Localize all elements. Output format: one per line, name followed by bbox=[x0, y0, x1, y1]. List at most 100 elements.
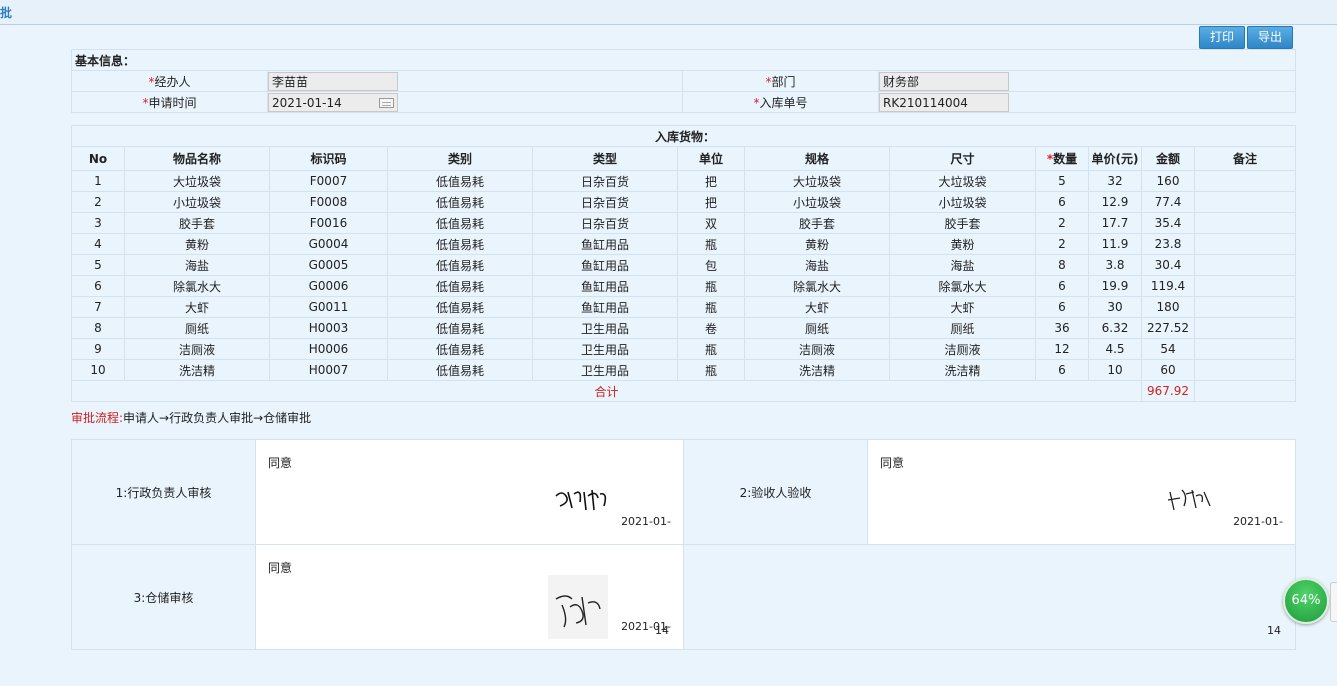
cell-amount: 77.4 bbox=[1141, 191, 1195, 213]
cell-unit: 包 bbox=[677, 254, 745, 276]
cell-spec: 洁厕液 bbox=[744, 338, 890, 360]
cell-size: 大垃圾袋 bbox=[889, 170, 1036, 192]
cell-spec: 小垃圾袋 bbox=[744, 191, 890, 213]
cell-amount: 227.52 bbox=[1141, 317, 1195, 339]
print-button[interactable]: 打印 bbox=[1199, 26, 1245, 49]
cell-price: 11.9 bbox=[1088, 233, 1142, 255]
cell-code: H0003 bbox=[269, 317, 388, 339]
cell-price: 4.5 bbox=[1088, 338, 1142, 360]
col-code: 标识码 bbox=[269, 146, 388, 171]
cell-amount: 23.8 bbox=[1141, 233, 1195, 255]
basic-info-title: 基本信息： bbox=[70, 49, 1297, 71]
cell-type: 日杂百货 bbox=[532, 212, 678, 234]
table-row: 10 洗洁精 H0007 低值易耗 卫生用品瓶洗洁精 洗洁精 6 10 60 bbox=[71, 359, 1297, 381]
cell-name: 海盐 bbox=[124, 254, 270, 276]
cell-price: 10 bbox=[1088, 359, 1142, 381]
cell-type: 鱼缸用品 bbox=[532, 275, 678, 297]
cell-price: 30 bbox=[1088, 296, 1142, 318]
cell-code: F0008 bbox=[269, 191, 388, 213]
apply-time-field[interactable]: 2021-01-14 bbox=[268, 92, 398, 112]
col-category: 类别 bbox=[387, 146, 533, 171]
cell-unit: 把 bbox=[677, 191, 745, 213]
col-name: 物品名称 bbox=[124, 146, 270, 171]
cell-category: 低值易耗 bbox=[387, 359, 533, 381]
approval-opinion-2: 同意 bbox=[880, 456, 905, 470]
order-no-field[interactable]: RK210114004 bbox=[879, 92, 1009, 112]
col-amount: 金额 bbox=[1141, 146, 1195, 171]
cell-type: 日杂百货 bbox=[532, 191, 678, 213]
cell-unit: 瓶 bbox=[677, 233, 745, 255]
goods-title: 入库货物： bbox=[70, 125, 1297, 147]
cell-no: 8 bbox=[71, 317, 125, 339]
cell-no: 4 bbox=[71, 233, 125, 255]
cell-price: 19.9 bbox=[1088, 275, 1142, 297]
cell-price: 17.7 bbox=[1088, 212, 1142, 234]
approval-content-3: 同意 2021-01- 14 bbox=[255, 544, 684, 650]
cell-size: 胶手套 bbox=[889, 212, 1036, 234]
cell-spec: 黄粉 bbox=[744, 233, 890, 255]
zoom-badge[interactable]: 64% bbox=[1283, 578, 1329, 624]
cell-remark bbox=[1193, 254, 1297, 276]
cell-size: 除氯水大 bbox=[889, 275, 1036, 297]
cell-category: 低值易耗 bbox=[387, 212, 533, 234]
signature-3 bbox=[548, 575, 608, 639]
cell-type: 日杂百货 bbox=[532, 170, 678, 192]
cell-remark bbox=[1193, 191, 1297, 213]
cell-name: 洗洁精 bbox=[124, 359, 270, 381]
approval-label-1: 1:行政负责人审核 bbox=[71, 439, 256, 545]
cell-code: G0005 bbox=[269, 254, 388, 276]
cell-type: 卫生用品 bbox=[532, 338, 678, 360]
cell-remark bbox=[1193, 296, 1297, 318]
basic-info-table: 基本信息： *经办人 李苗苗 *部门 财务部 *申请时间 2021-01-14 bbox=[70, 49, 1297, 113]
goods-table: 入库货物： No 物品名称 标识码 类别 类型 单位 规格 尺寸 *数量 单价(… bbox=[70, 125, 1297, 402]
cell-remark bbox=[1193, 275, 1297, 297]
cell-qty: 6 bbox=[1035, 359, 1089, 381]
flow-steps: 申请人→行政负责人审批→仓储审批 bbox=[123, 411, 312, 425]
cell-qty: 6 bbox=[1035, 296, 1089, 318]
cell-name: 黄粉 bbox=[124, 233, 270, 255]
signature-1 bbox=[555, 489, 607, 511]
cell-code: G0006 bbox=[269, 275, 388, 297]
calendar-icon[interactable] bbox=[379, 97, 394, 108]
cell-code: F0016 bbox=[269, 212, 388, 234]
dept-label: *部门 bbox=[682, 70, 879, 92]
col-unit: 单位 bbox=[677, 146, 745, 171]
cell-type: 卫生用品 bbox=[532, 317, 678, 339]
dept-field[interactable]: 财务部 bbox=[879, 71, 1009, 91]
cell-category: 低值易耗 bbox=[387, 317, 533, 339]
cell-unit: 把 bbox=[677, 170, 745, 192]
cell-name: 除氯水大 bbox=[124, 275, 270, 297]
cell-amount: 180 bbox=[1141, 296, 1195, 318]
table-row: 3 胶手套 F0016 低值易耗 日杂百货双胶手套 胶手套 2 17.7 35.4 bbox=[71, 212, 1297, 234]
cell-no: 9 bbox=[71, 338, 125, 360]
export-button[interactable]: 导出 bbox=[1247, 26, 1293, 49]
cell-remark bbox=[1193, 170, 1297, 192]
cell-size: 小垃圾袋 bbox=[889, 191, 1036, 213]
cell-amount: 35.4 bbox=[1141, 212, 1195, 234]
flow-label: 审批流程: bbox=[71, 411, 124, 425]
cell-code: G0004 bbox=[269, 233, 388, 255]
cell-code: F0007 bbox=[269, 170, 388, 192]
cell-qty: 6 bbox=[1035, 191, 1089, 213]
cell-type: 卫生用品 bbox=[532, 359, 678, 381]
cell-category: 低值易耗 bbox=[387, 191, 533, 213]
approval-content-1: 同意 2021-01- bbox=[255, 439, 684, 545]
approval-flow: 审批流程:申请人→行政负责人审批→仓储审批 bbox=[71, 407, 1295, 429]
order-no-label: *入库单号 bbox=[682, 91, 879, 113]
cell-category: 低值易耗 bbox=[387, 296, 533, 318]
cell-no: 2 bbox=[71, 191, 125, 213]
cell-name: 胶手套 bbox=[124, 212, 270, 234]
side-handle[interactable] bbox=[1330, 582, 1337, 622]
cell-size: 洁厕液 bbox=[889, 338, 1036, 360]
cell-qty: 12 bbox=[1035, 338, 1089, 360]
cell-code: H0007 bbox=[269, 359, 388, 381]
cell-type: 鱼缸用品 bbox=[532, 254, 678, 276]
handler-field[interactable]: 李苗苗 bbox=[268, 71, 398, 91]
cell-spec: 除氯水大 bbox=[744, 275, 890, 297]
cell-no: 3 bbox=[71, 212, 125, 234]
cell-amount: 30.4 bbox=[1141, 254, 1195, 276]
cell-qty: 6 bbox=[1035, 275, 1089, 297]
handler-label: *经办人 bbox=[71, 70, 268, 92]
col-spec: 规格 bbox=[744, 146, 890, 171]
table-row: 6 除氯水大 G0006 低值易耗 鱼缸用品瓶除氯水大 除氯水大 6 19.9 119.4 bbox=[71, 275, 1297, 297]
